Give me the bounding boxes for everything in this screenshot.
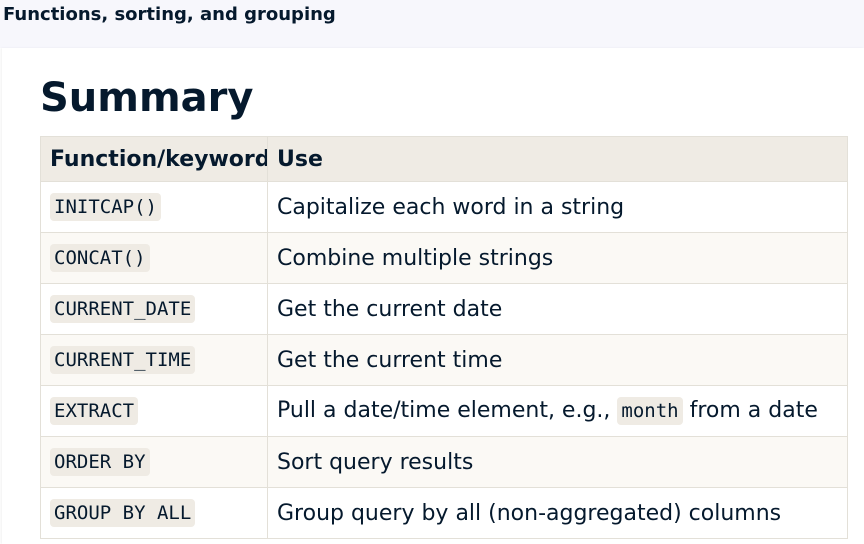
- table-row: EXTRACT Pull a date/time element, e.g., …: [40, 385, 848, 437]
- use-cell: Combine multiple strings: [267, 232, 848, 284]
- use-text-before: Pull a date/time element, e.g.,: [277, 397, 618, 423]
- inline-code: month: [617, 396, 683, 426]
- use-cell: Get the current time: [267, 334, 848, 386]
- keyword-code: CURRENT_TIME: [50, 345, 196, 375]
- page-title: Summary: [40, 75, 254, 121]
- slide-panel: Summary Function/keyword Use INITCAP() C…: [2, 48, 864, 544]
- keyword-code: CURRENT_DATE: [50, 294, 196, 324]
- keyword-cell: CONCAT(): [40, 232, 268, 284]
- table-row: INITCAP() Capitalize each word in a stri…: [40, 181, 848, 233]
- keyword-code: CONCAT(): [50, 243, 150, 273]
- table-row: CURRENT_TIME Get the current time: [40, 334, 848, 386]
- keyword-cell: CURRENT_TIME: [40, 334, 268, 386]
- table-row: CONCAT() Combine multiple strings: [40, 232, 848, 284]
- column-header-use: Use: [267, 136, 848, 182]
- use-text-after: from a date: [682, 397, 818, 423]
- summary-table: Function/keyword Use INITCAP() Capitaliz…: [40, 136, 848, 539]
- table-row: GROUP BY ALL Group query by all (non-agg…: [40, 487, 848, 539]
- use-cell: Pull a date/time element, e.g., month fr…: [267, 385, 848, 437]
- keyword-code: INITCAP(): [50, 192, 161, 222]
- keyword-code: GROUP BY ALL: [50, 498, 196, 528]
- column-header-function: Function/keyword: [40, 136, 268, 182]
- use-cell: Capitalize each word in a string: [267, 181, 848, 233]
- keyword-cell: CURRENT_DATE: [40, 283, 268, 335]
- table-row: CURRENT_DATE Get the current date: [40, 283, 848, 335]
- use-cell: Sort query results: [267, 436, 848, 488]
- keyword-code: EXTRACT: [50, 396, 139, 426]
- use-cell: Group query by all (non-aggregated) colu…: [267, 487, 848, 539]
- keyword-cell: ORDER BY: [40, 436, 268, 488]
- keyword-cell: GROUP BY ALL: [40, 487, 268, 539]
- keyword-cell: INITCAP(): [40, 181, 268, 233]
- table-header-row: Function/keyword Use: [40, 136, 848, 182]
- keyword-code: ORDER BY: [50, 447, 150, 477]
- keyword-cell: EXTRACT: [40, 385, 268, 437]
- top-bar: Functions, sorting, and grouping: [0, 0, 864, 48]
- chapter-title: Functions, sorting, and grouping: [3, 4, 336, 25]
- table-row: ORDER BY Sort query results: [40, 436, 848, 488]
- use-cell: Get the current date: [267, 283, 848, 335]
